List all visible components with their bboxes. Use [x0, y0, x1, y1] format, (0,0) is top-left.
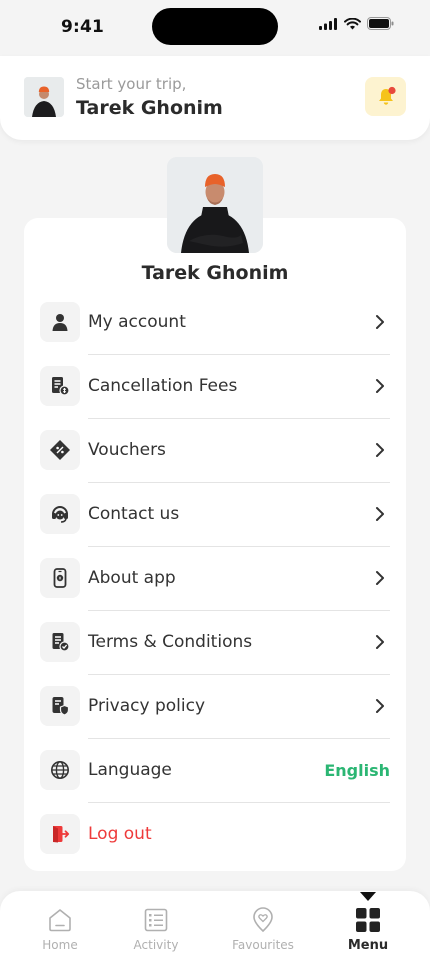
profile-menu: My account Cancellation Fees Vouchers Co… [40, 290, 390, 866]
globe-icon [40, 750, 80, 790]
nav-menu[interactable]: Menu [325, 907, 411, 953]
status-icons [319, 17, 394, 30]
chevron-right-icon [370, 312, 390, 332]
nav-label: Activity [133, 938, 179, 952]
dynamic-island [152, 8, 278, 45]
menu-item-label: Language [88, 760, 172, 780]
menu-item-label: Terms & Conditions [88, 632, 253, 652]
header-greeting: Start your trip, [76, 75, 187, 93]
document-check-icon [40, 622, 80, 662]
battery-icon [367, 17, 394, 30]
signal-icon [319, 17, 337, 30]
notification-button[interactable] [365, 77, 406, 116]
menu-item-label: About app [88, 568, 176, 588]
nav-label: Home [42, 938, 78, 952]
status-bar: 9:41 [0, 0, 430, 56]
receipt-icon [40, 366, 80, 406]
header-user-name: Tarek Ghonim [76, 97, 223, 119]
headset-icon [40, 494, 80, 534]
heart-pin-icon [253, 907, 273, 933]
chevron-right-icon [370, 440, 390, 460]
menu-item-logout[interactable]: Log out [40, 802, 390, 866]
status-time: 9:41 [61, 17, 105, 37]
chevron-right-icon [370, 568, 390, 588]
nav-label: Menu [347, 938, 389, 953]
nav-label: Favourites [232, 938, 294, 952]
header-card: Start your trip, Tarek Ghonim [0, 56, 430, 140]
chevron-right-icon [370, 696, 390, 716]
chevron-right-icon [370, 632, 390, 652]
chevron-right-icon [370, 376, 390, 396]
nav-activity[interactable]: Activity [113, 907, 199, 952]
menu-item-privacy-policy[interactable]: Privacy policy [40, 674, 390, 738]
header-avatar[interactable] [24, 77, 64, 117]
language-value: English [324, 760, 390, 780]
active-tab-indicator [360, 892, 376, 901]
menu-item-label: Log out [88, 824, 152, 844]
wifi-icon [344, 17, 361, 29]
menu-item-label: My account [88, 312, 186, 332]
chevron-right-icon [370, 504, 390, 524]
menu-item-language[interactable]: Language English [40, 738, 390, 802]
profile-avatar[interactable] [167, 157, 263, 253]
home-icon [49, 909, 71, 932]
voucher-icon [40, 430, 80, 470]
grid-icon [356, 908, 380, 932]
menu-item-label: Contact us [88, 504, 180, 524]
menu-item-contact-us[interactable]: Contact us [40, 482, 390, 546]
menu-item-label: Vouchers [88, 440, 166, 460]
nav-favourites[interactable]: Favourites [220, 907, 306, 952]
menu-item-cancellation-fees[interactable]: Cancellation Fees [40, 354, 390, 418]
profile-name: Tarek Ghonim [141, 262, 289, 284]
menu-item-about-app[interactable]: About app [40, 546, 390, 610]
bottom-nav: Home Activity Favourites Menu [0, 891, 430, 971]
menu-item-label: Cancellation Fees [88, 376, 238, 396]
logout-icon [40, 814, 80, 854]
privacy-icon [40, 686, 80, 726]
phone-info-icon [40, 558, 80, 598]
list-icon [144, 908, 168, 932]
menu-item-terms[interactable]: Terms & Conditions [40, 610, 390, 674]
user-icon [40, 302, 80, 342]
menu-item-vouchers[interactable]: Vouchers [40, 418, 390, 482]
bell-icon [378, 86, 396, 105]
nav-home[interactable]: Home [17, 907, 103, 952]
menu-item-label: Privacy policy [88, 696, 205, 716]
menu-item-my-account[interactable]: My account [40, 290, 390, 354]
